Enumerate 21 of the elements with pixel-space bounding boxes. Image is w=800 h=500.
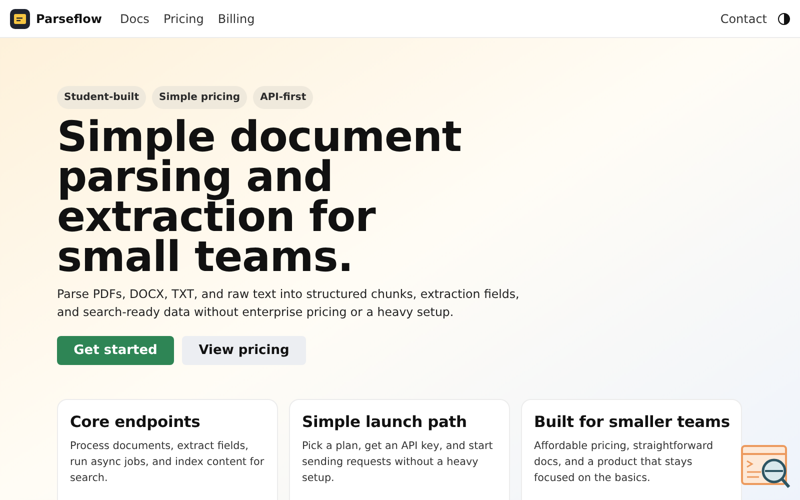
tag: Student-built <box>57 86 146 109</box>
card-title: Built for smaller teams <box>534 412 729 433</box>
theme-toggle-icon[interactable] <box>778 12 790 24</box>
document-search-icon <box>741 445 791 490</box>
card-description: Pick a plan, get an API key, and start sending requests without a heavy setup. <box>302 439 494 486</box>
card-title: Core endpoints <box>70 412 202 433</box>
card-description: Affordable pricing, straightforward docs, and a product that stays focused on the basics. <box>534 439 714 486</box>
nav-link[interactable]: Pricing <box>163 10 204 28</box>
tag: API-first <box>253 86 314 109</box>
view-pricing-button[interactable]: View pricing <box>182 336 306 365</box>
logo-icon <box>10 8 30 28</box>
nav-link[interactable]: Contact <box>720 10 767 28</box>
tag: Simple pricing <box>152 86 248 109</box>
nav-link[interactable]: Billing <box>218 10 255 28</box>
hero-description: Parse PDFs, DOCX, TXT, and raw text into structured chunks, extraction fields, and search-ready data without enterprise pricing or a heavy setup. <box>57 286 520 321</box>
card-description: Process documents, extract fields, run async jobs, and index content for search. <box>70 439 265 486</box>
nav-link[interactable]: Docs <box>120 10 150 28</box>
hero-title: Simple document parsing and extraction for small teams. <box>57 117 462 277</box>
brand-name[interactable]: Parseflow <box>36 10 102 28</box>
card-title: Simple launch path <box>302 412 468 433</box>
get-started-button[interactable]: Get started <box>57 336 174 365</box>
